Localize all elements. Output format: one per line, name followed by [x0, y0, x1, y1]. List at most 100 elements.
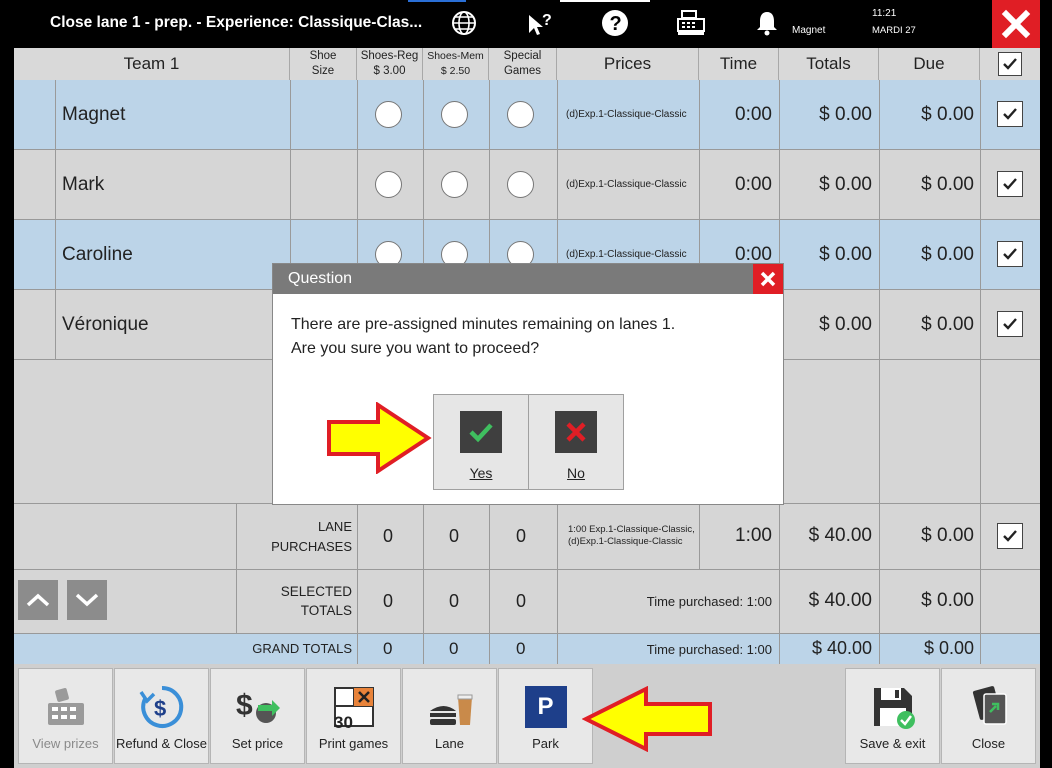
lane-due: $ 0.00 — [921, 525, 974, 546]
column-divider — [879, 80, 880, 150]
set-price-button[interactable]: $ Set price — [210, 668, 305, 764]
lane-purchases-label: LANE PURCHASES — [271, 519, 352, 554]
refund-close-button[interactable]: $ Refund & Close — [114, 668, 209, 764]
table-row[interactable]: Magnet (d)Exp.1-Classique-Classic 0:00 $ 0.… — [14, 80, 1040, 150]
selected-total: $ 40.00 — [808, 590, 872, 611]
cash-register-icon[interactable] — [676, 8, 706, 38]
close-icon — [1001, 9, 1031, 39]
player-total: $ 0.00 — [819, 244, 872, 265]
close-button[interactable]: Close — [941, 668, 1036, 764]
column-divider — [489, 150, 490, 220]
player-name: Caroline — [62, 244, 133, 265]
clock-date: MARDI 27 — [872, 25, 916, 36]
check-icon — [1003, 530, 1017, 542]
clock-time: 11:21 — [872, 8, 897, 19]
check-icon — [1003, 318, 1017, 330]
dialog-close-button[interactable] — [753, 264, 783, 294]
grand-due: $ 0.00 — [923, 638, 974, 658]
view-prizes-button[interactable]: View prizes — [18, 668, 113, 764]
tab-indicator-2 — [560, 0, 650, 2]
lane-time: 1:00 — [735, 525, 772, 546]
title-bar: Close lane 1 - prep. - Experience: Class… — [0, 0, 1052, 48]
column-divider — [980, 150, 981, 220]
lane-shoes-reg: 0 — [383, 526, 394, 546]
check-icon — [460, 411, 502, 453]
header-prices: Prices — [557, 48, 699, 80]
player-select-checkbox[interactable] — [997, 311, 1023, 337]
svg-text:$: $ — [154, 696, 166, 721]
special-games-radio[interactable] — [507, 101, 534, 128]
shoes-reg-radio[interactable] — [375, 171, 402, 198]
selected-due: $ 0.00 — [921, 590, 974, 611]
select-all-checkbox[interactable] — [998, 52, 1022, 76]
question-icon[interactable]: ? — [600, 8, 630, 38]
column-divider — [879, 290, 880, 360]
close-icon — [760, 271, 776, 287]
scroll-up-button[interactable] — [18, 580, 58, 620]
header-shoes-reg: Shoes-Reg $ 3.00 — [357, 48, 423, 80]
column-divider — [423, 150, 424, 220]
column-divider — [980, 220, 981, 290]
shoes-mem-radio[interactable] — [441, 171, 468, 198]
lane-button[interactable]: Lane — [402, 668, 497, 764]
park-label: Park — [532, 736, 559, 751]
column-divider — [779, 80, 780, 150]
lane-purchases-row: LANE PURCHASES 0 0 0 1:00 Exp.1-Classique… — [14, 504, 1040, 570]
no-label: No — [567, 465, 585, 481]
save-exit-button[interactable]: Save & exit — [845, 668, 940, 764]
check-icon — [1003, 248, 1017, 260]
shoes-reg-radio[interactable] — [375, 101, 402, 128]
header-totals: Totals — [779, 48, 879, 80]
park-icon: P — [522, 683, 570, 731]
print-games-button[interactable]: 30 Print games — [306, 668, 401, 764]
yes-label: Yes — [469, 465, 493, 481]
header-time: Time — [699, 48, 779, 80]
column-divider — [557, 80, 558, 150]
globe-icon[interactable] — [449, 8, 479, 38]
lane-label: Lane — [435, 736, 464, 751]
svg-text:?: ? — [610, 13, 622, 35]
tab-indicator — [408, 0, 466, 2]
selected-special: 0 — [516, 591, 527, 611]
chevron-up-icon — [26, 593, 50, 607]
grand-time-purchased: Time purchased: 1:00 — [646, 642, 772, 657]
player-total: $ 0.00 — [819, 174, 872, 195]
refund-icon: $ — [138, 683, 186, 731]
player-select-checkbox[interactable] — [997, 101, 1023, 127]
player-due: $ 0.00 — [921, 244, 974, 265]
lane-food-icon — [426, 683, 474, 731]
park-button[interactable]: P Park — [498, 668, 593, 764]
set-price-icon: $ — [234, 683, 282, 731]
player-total: $ 0.00 — [819, 314, 872, 335]
no-button[interactable]: No — [528, 394, 624, 490]
column-divider — [357, 80, 358, 150]
yes-button[interactable]: Yes — [433, 394, 529, 490]
player-due: $ 0.00 — [921, 104, 974, 125]
table-row[interactable]: Mark (d)Exp.1-Classique-Classic 0:00 $ 0.00… — [14, 150, 1040, 220]
close-window-button[interactable] — [992, 0, 1040, 48]
player-price: (d)Exp.1-Classique-Classic — [566, 109, 687, 120]
special-games-radio[interactable] — [507, 171, 534, 198]
dialog-title: Question — [288, 270, 353, 287]
column-divider — [879, 220, 880, 290]
column-divider — [557, 150, 558, 220]
player-price: (d)Exp.1-Classique-Classic — [566, 179, 687, 190]
player-due: $ 0.00 — [921, 314, 974, 335]
lane-total: $ 40.00 — [808, 525, 872, 546]
header-due: Due — [879, 48, 980, 80]
shoes-mem-radio[interactable] — [441, 101, 468, 128]
svg-text:$: $ — [236, 689, 253, 722]
column-divider — [55, 150, 56, 220]
lane-purchases-checkbox[interactable] — [997, 523, 1023, 549]
help-cursor-icon[interactable]: ? — [524, 8, 554, 38]
header-shoe-size: Shoe Size — [290, 48, 357, 80]
bell-icon[interactable] — [752, 8, 782, 38]
player-select-checkbox[interactable] — [997, 241, 1023, 267]
player-select-checkbox[interactable] — [997, 171, 1023, 197]
selected-totals-row: SELECTED TOTALS 0 0 0 Time purchased: 1:0… — [14, 570, 1040, 634]
dialog-message-line2: Are you sure you want to proceed? — [291, 340, 540, 357]
scroll-down-button[interactable] — [67, 580, 107, 620]
close-label: Close — [971, 736, 1006, 751]
annotation-arrow-right-icon — [327, 402, 432, 474]
header-team: Team 1 — [14, 48, 290, 80]
